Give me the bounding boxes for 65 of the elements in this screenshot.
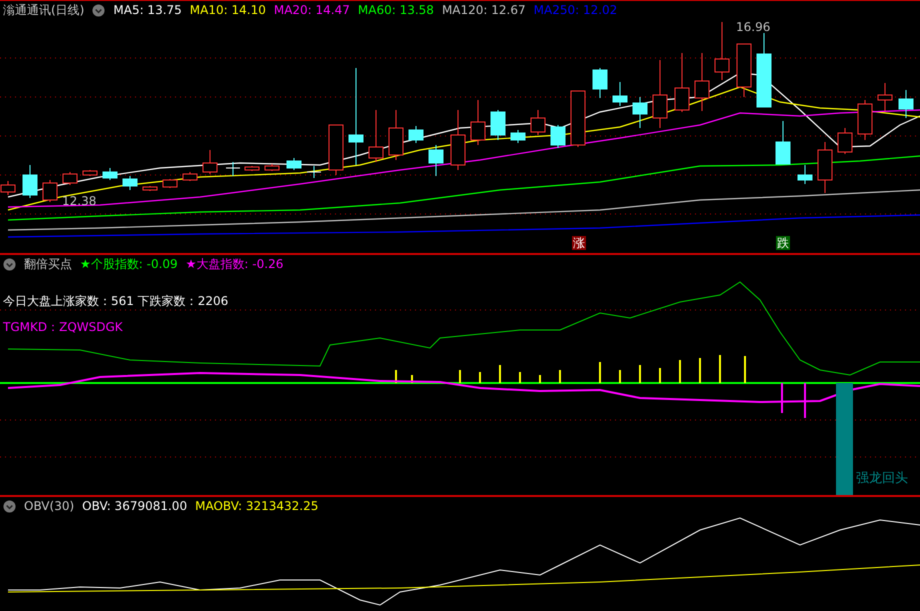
candlestick <box>470 100 486 146</box>
indicator-value: MAOBV: 3213432.25 <box>195 499 318 513</box>
candlestick <box>652 60 668 128</box>
candlestick <box>674 52 690 112</box>
candlestick <box>838 128 852 154</box>
candlestick <box>264 164 280 172</box>
candlestick <box>898 90 914 118</box>
indicator-title: OBV(30) <box>24 499 74 513</box>
candlestick <box>450 110 466 170</box>
candlestick <box>306 166 322 178</box>
indicator-value: OBV: 3679081.00 <box>82 499 188 513</box>
candlestick <box>182 172 198 182</box>
candlestick <box>328 124 344 176</box>
candlestick <box>42 180 58 202</box>
candlestick <box>714 22 730 80</box>
candlestick <box>162 178 178 188</box>
candlestick <box>286 158 302 170</box>
signal-marker: 涨 <box>572 236 586 250</box>
signal-marker: 跌 <box>776 236 790 250</box>
market-breadth-text: 今日大盘上涨家数：561 下跌家数：2206 <box>2 293 228 310</box>
candlestick <box>368 110 384 162</box>
formula-text: TGMKD：ZQWSDGK <box>2 319 123 336</box>
indicator-value: MA10: 14.10 <box>190 3 266 17</box>
candlestick <box>570 90 586 148</box>
chevron-down-icon[interactable] <box>3 500 16 512</box>
candlestick <box>878 82 892 112</box>
candlestick <box>82 170 98 176</box>
signal-label: 强龙回头 <box>856 470 908 487</box>
low-price-label: 12.38 <box>62 194 96 208</box>
candlestick <box>530 110 546 136</box>
candlestick <box>858 100 872 140</box>
candlestick <box>122 176 138 190</box>
indicator-value: MA5: 13.75 <box>113 3 182 17</box>
candlestick <box>798 164 812 184</box>
candlestick <box>818 142 832 194</box>
candlestick <box>550 124 566 148</box>
candlestick <box>408 126 424 144</box>
candlestick <box>612 82 628 106</box>
high-price-label: 16.96 <box>736 20 770 34</box>
chevron-down-icon[interactable] <box>3 258 16 270</box>
indicator-value: MA250: 12.02 <box>534 3 618 17</box>
indicator-value: MA60: 13.58 <box>358 3 434 17</box>
candlestick <box>22 164 38 198</box>
candlestick <box>694 52 710 112</box>
candlestick <box>202 150 218 174</box>
candlestick <box>510 130 526 144</box>
chevron-down-icon[interactable] <box>92 4 106 16</box>
candlestick <box>428 144 444 176</box>
candlestick <box>226 162 240 176</box>
indicator-title: 翻倍买点 <box>24 256 72 272</box>
indicator-value: ★个股指数: -0.09 <box>80 256 178 272</box>
candlestick <box>102 168 118 180</box>
candlestick <box>736 44 752 98</box>
chart-title: 滃通通讯(日线) <box>3 2 84 18</box>
candlestick <box>632 96 648 128</box>
indicator-value: MA120: 12.67 <box>442 3 526 17</box>
indicator-value: ★大盘指数: -0.26 <box>186 256 284 272</box>
candlestick <box>142 186 158 192</box>
indicator-value: MA20: 14.47 <box>274 3 350 17</box>
candlestick <box>388 110 404 160</box>
candlestick <box>244 166 260 172</box>
candlestick <box>592 68 608 98</box>
candlestick <box>62 172 78 186</box>
candlestick <box>776 120 790 164</box>
candlestick <box>490 110 506 140</box>
